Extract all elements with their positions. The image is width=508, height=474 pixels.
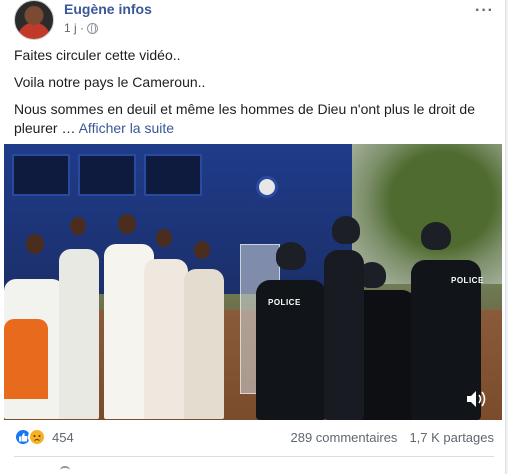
reaction-count: 454 bbox=[52, 429, 74, 445]
priest-head bbox=[194, 241, 210, 259]
shares-count[interactable]: 1,7 K partages bbox=[409, 430, 494, 445]
priest-figure bbox=[144, 259, 188, 419]
police-badge: POLICE bbox=[451, 276, 484, 285]
post-text: Faites circuler cette vidéo.. Voila notr… bbox=[14, 46, 498, 146]
globe-icon bbox=[87, 22, 99, 34]
reactions-summary[interactable]: 454 bbox=[14, 428, 74, 446]
more-options-icon[interactable]: ··· bbox=[475, 2, 494, 20]
video-player[interactable]: POLICE POLICE bbox=[4, 144, 502, 420]
sad-icon bbox=[28, 428, 46, 446]
post-time[interactable]: 1 j · bbox=[64, 21, 84, 35]
truck-emblem bbox=[256, 176, 278, 198]
police-group: POLICE POLICE bbox=[236, 216, 502, 420]
post-footer: 454 289 commentaires 1,7 K partages bbox=[14, 428, 494, 448]
officer-helmet bbox=[421, 222, 451, 250]
post-line: Voila notre pays le Cameroun.. bbox=[14, 74, 206, 90]
action-bar-edge bbox=[60, 466, 70, 474]
speaker-icon[interactable] bbox=[466, 390, 488, 408]
priest-figure bbox=[184, 269, 224, 419]
truck-window bbox=[144, 154, 202, 196]
post-header: Eugène infos 1 j · ··· bbox=[14, 0, 494, 40]
post-stats: 289 commentaires 1,7 K partages bbox=[290, 430, 494, 445]
post-line: Faites circuler cette vidéo.. bbox=[14, 47, 181, 63]
see-more-link[interactable]: Afficher la suite bbox=[79, 120, 174, 136]
officer-figure bbox=[324, 250, 364, 420]
priest-head bbox=[26, 234, 44, 254]
officer-helmet bbox=[276, 242, 306, 270]
post-meta: 1 j · bbox=[64, 21, 99, 35]
priest-figure bbox=[59, 249, 99, 419]
officer-helmet bbox=[332, 216, 360, 244]
author-name[interactable]: Eugène infos bbox=[64, 1, 152, 17]
priest-head bbox=[118, 214, 136, 234]
post-line: Nous sommes en deuil et même les hommes … bbox=[14, 100, 498, 138]
divider bbox=[14, 456, 494, 457]
person-orange-shirt bbox=[4, 319, 48, 399]
comments-count[interactable]: 289 commentaires bbox=[290, 430, 397, 445]
post-card: Eugène infos 1 j · ··· Faites circuler c… bbox=[0, 0, 506, 474]
priest-head bbox=[70, 217, 86, 235]
police-badge: POLICE bbox=[268, 298, 301, 307]
priest-head bbox=[156, 229, 172, 247]
avatar[interactable] bbox=[14, 0, 54, 40]
truck-window bbox=[78, 154, 136, 196]
truck-window bbox=[12, 154, 70, 196]
